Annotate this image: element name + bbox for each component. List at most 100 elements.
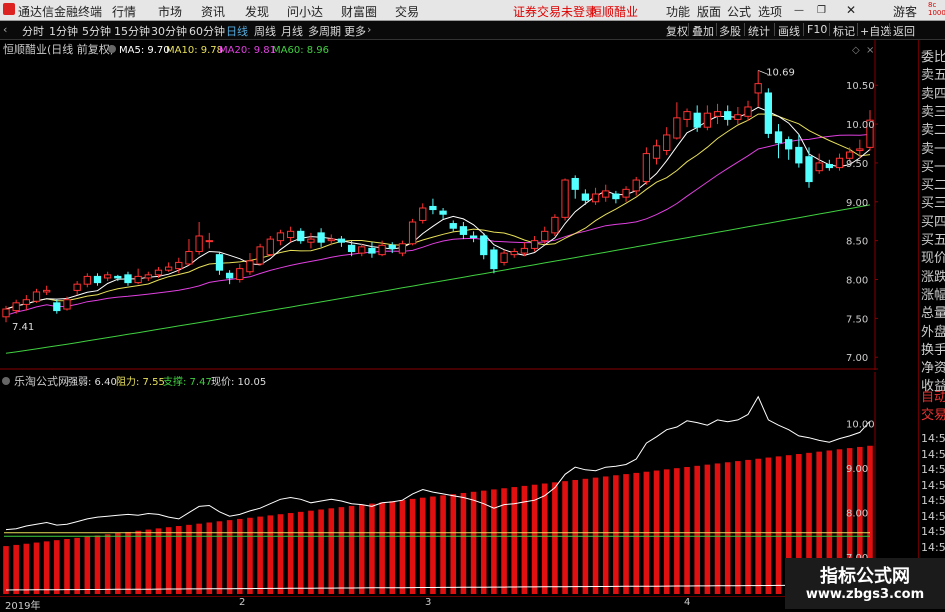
btn-overlay[interactable]: 叠加 <box>692 23 714 39</box>
chart-expand-icon[interactable]: ◇ <box>852 45 860 56</box>
quote-panel-item[interactable]: 交易 <box>921 404 945 423</box>
tab-period-1min[interactable]: 1分钟 <box>49 23 78 39</box>
indicator-bar <box>236 518 243 594</box>
indicator-bar <box>674 468 680 594</box>
quote-panel-item[interactable]: 卖一 <box>921 138 945 157</box>
restore-button[interactable]: ❐ <box>817 5 826 16</box>
indicator-bar <box>633 472 640 594</box>
indicator-bar <box>165 527 172 594</box>
candle-body <box>205 240 213 243</box>
indicator-bar <box>714 463 721 594</box>
toolbar-separator <box>803 23 804 36</box>
quote-panel-item[interactable]: 卖二 <box>921 119 945 138</box>
indicator-bar <box>277 514 284 594</box>
candle-body <box>429 205 437 211</box>
candle-body <box>327 238 335 242</box>
quote-panel-item[interactable]: 涨跌 <box>921 266 945 285</box>
tab-period-monthly[interactable]: 月线 <box>281 23 303 39</box>
resistance-label: 阻力: 7.55 <box>116 375 165 388</box>
indicator-bar <box>562 481 568 594</box>
price-axis-label: 7.50 <box>846 314 868 325</box>
indicator-bar <box>135 530 141 594</box>
quote-panel-item[interactable]: 买三 <box>921 192 945 211</box>
quote-panel-item[interactable]: 总量 <box>921 302 945 321</box>
trade-time-label: 14:56 <box>921 432 945 445</box>
btn-return[interactable]: 返回 <box>893 23 915 39</box>
candle-body <box>480 235 488 256</box>
menu-item-market[interactable]: 市场 <box>158 3 182 20</box>
guest-label[interactable]: 游客 <box>893 3 917 20</box>
quote-panel-item[interactable]: 现价 <box>921 247 945 266</box>
tab-period-15min[interactable]: 15分钟 <box>114 23 150 39</box>
close-button[interactable]: ✕ <box>846 3 856 17</box>
quote-panel-item[interactable]: 买一 <box>921 156 945 175</box>
indicator-chart[interactable]: 乐淘公式网 强弱: 6.40 阻力: 7.55 支撑: 7.47 现价: 10.… <box>0 372 878 594</box>
quote-panel-item[interactable]: 买二 <box>921 174 945 193</box>
tab-period-weekly[interactable]: 周线 <box>254 23 276 39</box>
btn-draw[interactable]: 画线 <box>778 23 800 39</box>
indicator-bar <box>623 474 629 594</box>
candle-body <box>449 223 457 229</box>
tab-period-30min[interactable]: 30分钟 <box>151 23 187 39</box>
menu-item-news[interactable]: 资讯 <box>201 3 225 20</box>
indicator-settings-icon[interactable] <box>2 377 10 385</box>
candle-body <box>602 190 610 198</box>
candle-body <box>93 275 102 284</box>
btn-add-watchlist[interactable]: +自选 <box>860 23 891 39</box>
menu-item-function[interactable]: 功能 <box>666 3 690 20</box>
tab-period-multi[interactable]: 多周期 <box>308 23 341 39</box>
minimize-button[interactable]: — <box>794 5 804 16</box>
quote-panel-item[interactable]: 买五 <box>921 229 945 248</box>
candle-body <box>266 238 274 256</box>
candle-body <box>358 246 366 254</box>
candle-body <box>43 289 51 293</box>
indicator-bar <box>684 466 690 594</box>
menu-item-discover[interactable]: 发现 <box>245 3 269 20</box>
indicator-bar <box>775 456 782 594</box>
more-chevron-icon[interactable]: › <box>367 23 371 36</box>
candle-body <box>612 193 620 200</box>
btn-f10[interactable]: F10 <box>807 23 827 36</box>
indicator-bar <box>613 475 619 594</box>
quote-panel-item[interactable]: 卖五 <box>921 64 945 83</box>
quote-panel-item[interactable]: 买四 <box>921 211 945 230</box>
tab-period-more[interactable]: 更多 <box>344 23 366 39</box>
chart-settings-icon[interactable] <box>108 45 116 53</box>
indicator-axis-label: 8.00 <box>846 509 868 520</box>
toolbar-separator <box>716 23 717 36</box>
menu-item-wealth[interactable]: 财富圈 <box>341 3 377 20</box>
menu-item-layout[interactable]: 版面 <box>697 3 721 20</box>
quote-panel-item[interactable]: 卖三 <box>921 101 945 120</box>
tab-period-60min[interactable]: 60分钟 <box>189 23 225 39</box>
tab-period-fenshi[interactable]: 分时 <box>22 23 44 39</box>
menu-item-formula[interactable]: 公式 <box>727 3 751 20</box>
menu-item-trade[interactable]: 交易 <box>395 3 419 20</box>
kline-chart[interactable]: 恒顺醋业(日线 前复权) MA5: 9.70 MA10: 9.78 MA20: … <box>0 40 878 370</box>
quote-panel-item[interactable]: 涨幅 <box>921 284 945 303</box>
menu-item-quotes[interactable]: 行情 <box>112 3 136 20</box>
quote-panel-item[interactable]: 净资 <box>921 357 945 376</box>
menu-item-ask[interactable]: 问小达 <box>287 3 323 20</box>
price-axis-label: 8.50 <box>846 237 868 248</box>
period-toolbar: ‹ 分时 1分钟 5分钟 15分钟 30分钟 60分钟 日线 周线 月线 多周期… <box>0 21 945 40</box>
quote-panel-item[interactable]: 外盘 <box>921 321 945 340</box>
btn-fuquan[interactable]: 复权 <box>666 23 688 39</box>
trade-login-notice[interactable]: 证券交易未登录 <box>513 3 597 20</box>
indicator-bar <box>297 511 304 594</box>
toolbar-back-icon[interactable]: ‹ <box>3 23 7 36</box>
trade-time-label: 14:56 <box>921 494 945 507</box>
quote-panel-item[interactable]: 自动 <box>921 386 945 405</box>
indicator-bar <box>145 529 152 594</box>
quote-panel-item[interactable]: 卖四 <box>921 83 945 102</box>
chart-close-icon[interactable]: × <box>866 45 874 56</box>
tab-period-5min[interactable]: 5分钟 <box>82 23 111 39</box>
btn-mark[interactable]: 标记 <box>833 23 855 39</box>
date-label-feb: 2 <box>239 597 246 608</box>
btn-stats[interactable]: 统计 <box>748 23 770 39</box>
btn-multi-stock[interactable]: 多股 <box>719 23 741 39</box>
tab-period-daily[interactable]: 日线 <box>226 23 248 39</box>
menu-item-options[interactable]: 选项 <box>758 3 782 20</box>
candle-body <box>490 249 498 270</box>
quote-panel-item[interactable]: 换手 <box>921 339 945 358</box>
quote-panel-item[interactable]: 委比 <box>921 46 945 65</box>
